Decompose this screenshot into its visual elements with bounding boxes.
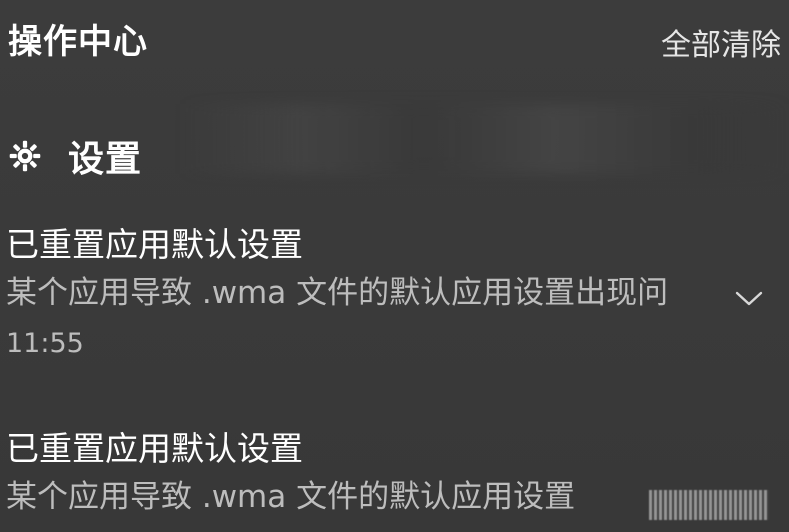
- chevron-down-icon[interactable]: [733, 286, 765, 310]
- notification-time: 11:55: [6, 328, 84, 359]
- group-title: 设置: [68, 139, 143, 180]
- page-title: 操作中心: [8, 22, 148, 62]
- watermark: [649, 490, 769, 520]
- gear-icon: [9, 140, 41, 172]
- clear-all-button[interactable]: 全部清除: [661, 20, 781, 64]
- notification-title: 已重置应用默认设置: [6, 225, 303, 264]
- notification-body: 某个应用导致 .wma 文件的默认应用设置: [6, 479, 576, 515]
- blurred-background-content: [180, 104, 789, 174]
- notification-body: 某个应用导致 .wma 文件的默认应用设置出现问: [6, 275, 669, 311]
- action-center-header: 操作中心 全部清除: [8, 10, 781, 64]
- notification-group-settings[interactable]: 设置: [8, 128, 142, 184]
- action-center-panel: 操作中心 全部清除 设置 已重置应用默认设置 某个应用导致 .wma 文件的默认…: [0, 0, 789, 532]
- notification-item[interactable]: 已重置应用默认设置 某个应用导致 .wma 文件的默认应用设置出现问 11:55: [6, 224, 775, 374]
- notification-title: 已重置应用默认设置: [6, 429, 303, 468]
